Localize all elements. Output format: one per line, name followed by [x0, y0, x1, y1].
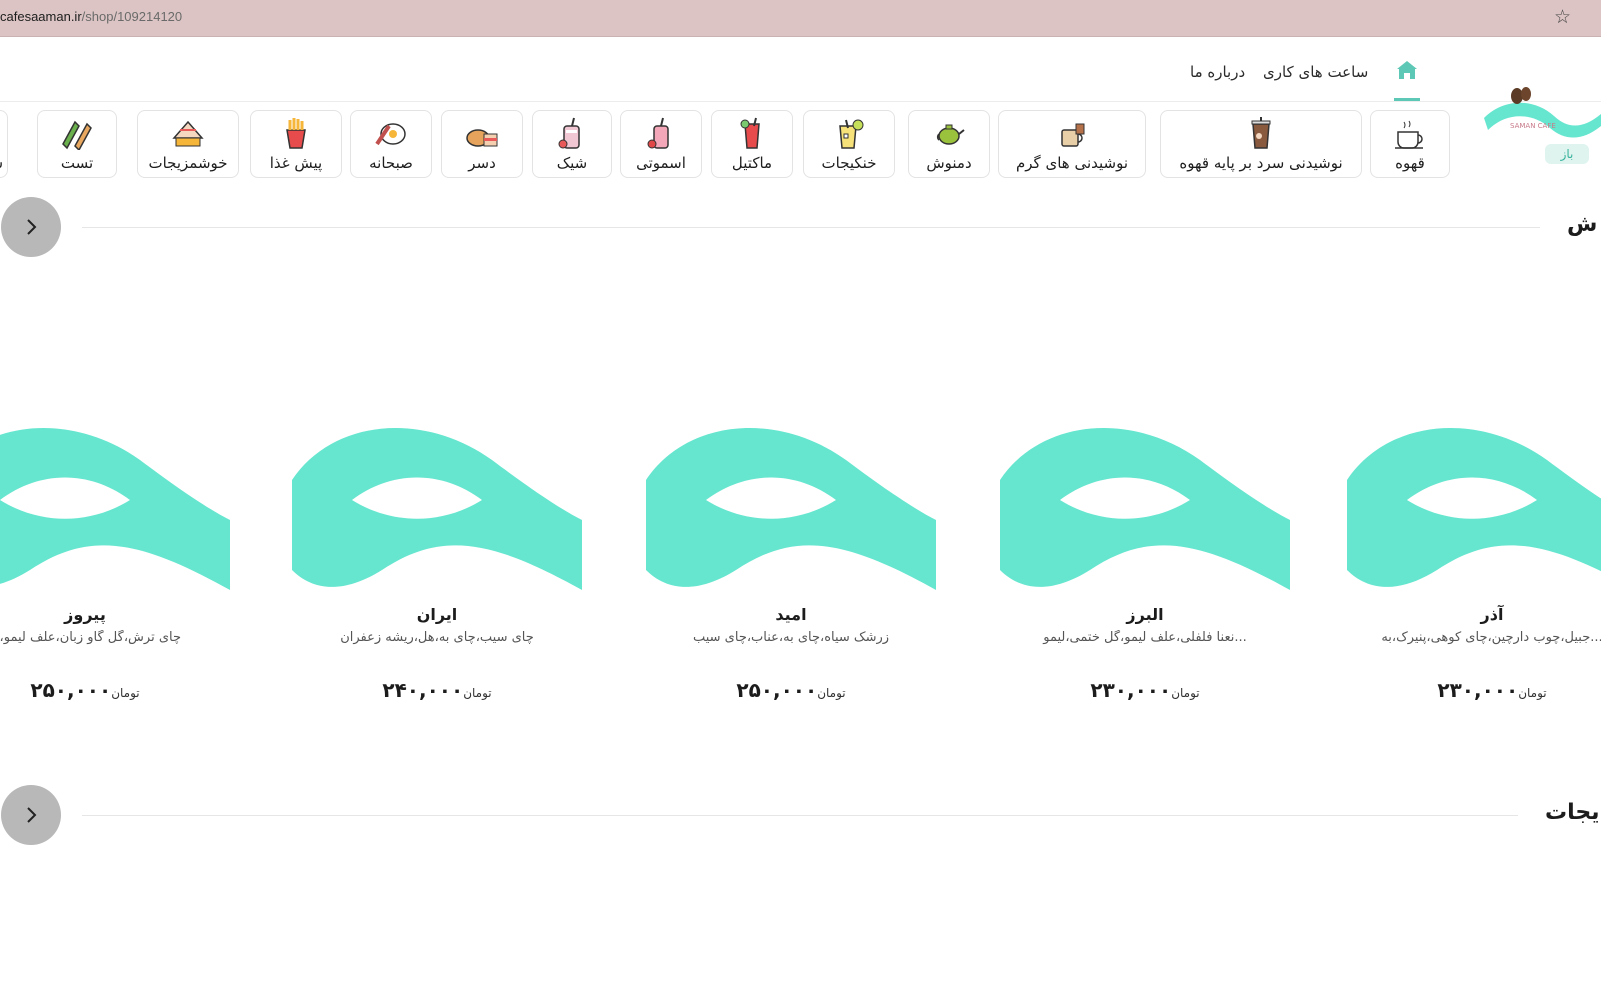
- section-title: یجات: [1545, 800, 1600, 825]
- category-label: دسر: [468, 154, 496, 172]
- product-card[interactable]: البرز نعنا فلفلی،علف لیمو،گل ختمی،لیمو..…: [1000, 420, 1290, 720]
- price-value: ۲۴۰,۰۰۰: [382, 678, 464, 702]
- category-label: دمنوش: [926, 154, 972, 172]
- category-mocktail[interactable]: ماکتیل: [711, 110, 793, 178]
- product-description: نعنا فلفلی،علف لیمو،گل ختمی،لیمو...: [1043, 630, 1247, 645]
- category-label: قهوه: [1395, 154, 1425, 172]
- category-bar: قهوه نوشیدنی سرد بر پایه قهوه نوشیدنی ها…: [0, 110, 1460, 182]
- category-breakfast[interactable]: صبحانه: [350, 110, 432, 178]
- nav-link-about-us[interactable]: درباره ما: [1190, 63, 1245, 81]
- category-label: نوشیدنی های گرم: [1015, 154, 1129, 172]
- product-image: [646, 427, 936, 590]
- hot-drink-icon: [1061, 123, 1085, 147]
- category-smoothie[interactable]: اسموتی: [620, 110, 702, 178]
- currency: تومان: [1518, 686, 1547, 700]
- chevron-right-icon: [27, 807, 37, 823]
- product-card[interactable]: آذر جبیل،چوب دارچین،چای کوهی،پنیرک،به...…: [1347, 420, 1601, 720]
- category-dessert[interactable]: دسر: [441, 110, 523, 178]
- category-label: خوشمزیجات: [148, 154, 228, 172]
- product-price: تومان۲۵۰,۰۰۰: [646, 678, 936, 702]
- chevron-right-icon: [27, 219, 37, 235]
- product-description: چای ترش،گل گاو زبان،علف لیمو،به: [0, 630, 182, 645]
- category-label: خنکیجات: [821, 154, 877, 172]
- category-label: اسموتی: [636, 154, 686, 172]
- section-divider: [82, 815, 1518, 816]
- category-iced-coffee[interactable]: نوشیدنی سرد بر پایه قهوه: [1160, 110, 1362, 178]
- toast-sandwich-icon: [62, 120, 92, 150]
- product-name: ایران: [416, 605, 458, 624]
- coffee-cup-icon: [1395, 120, 1423, 149]
- bookmark-star-icon[interactable]: ☆: [1554, 6, 1571, 28]
- scroll-next-button[interactable]: [1, 785, 61, 845]
- product-card[interactable]: ایران چای سیب،چای به،هل،ریشه زعفران توما…: [292, 420, 582, 720]
- category-label: ماکتیل: [731, 154, 773, 172]
- cold-drink-icon: [839, 119, 864, 149]
- category-shake[interactable]: شیک: [532, 110, 612, 178]
- category-label: پیش غذا: [269, 154, 323, 172]
- cake-icon: [172, 120, 204, 147]
- product-image: [1347, 427, 1601, 587]
- top-nav: ساعت های کاری درباره ما: [0, 56, 1601, 104]
- iced-coffee-icon: [1251, 117, 1271, 149]
- product-name: البرز: [1126, 605, 1164, 624]
- mocktail-icon: [740, 117, 760, 149]
- product-description: زرشک سیاه،چای به،عناب،چای سیب: [692, 630, 890, 645]
- smoothie-icon: [647, 117, 669, 149]
- shake-icon: [558, 117, 580, 149]
- product-price: تومان۲۳۰,۰۰۰: [1000, 678, 1290, 702]
- product-price: تومان۲۴۰,۰۰۰: [292, 678, 582, 702]
- product-image: [0, 427, 230, 590]
- category-herbal-tea[interactable]: دمنوش: [908, 110, 990, 178]
- svg-text:SAMAN CAFE: SAMAN CAFE: [1510, 122, 1556, 130]
- product-card[interactable]: پیروز چای ترش،گل گاو زبان،علف لیمو،به تو…: [0, 420, 230, 720]
- product-price: تومان۲۵۰,۰۰۰: [0, 678, 230, 702]
- home-icon[interactable]: [1395, 59, 1419, 81]
- price-value: ۲۵۰,۰۰۰: [736, 678, 818, 702]
- currency: تومان: [111, 686, 140, 700]
- product-description: چای سیب،چای به،هل،ریشه زعفران: [340, 630, 534, 645]
- nav-divider: [0, 101, 1601, 102]
- category-label: نوشیدنی سرد بر پایه قهوه: [1179, 154, 1343, 172]
- product-description: جبیل،چوب دارچین،چای کوهی،پنیرک،به...: [1381, 630, 1601, 645]
- category-label: شیک: [556, 154, 588, 172]
- section-divider: [82, 227, 1540, 228]
- category-appetizer[interactable]: پیش غذا: [250, 110, 342, 178]
- breakfast-icon: [375, 123, 406, 146]
- category-coffee[interactable]: قهوه: [1370, 110, 1450, 178]
- category-cold-drinks[interactable]: خنکیجات: [803, 110, 895, 178]
- open-status-badge: باز: [1545, 144, 1589, 164]
- category-partial[interactable]: س: [0, 110, 8, 178]
- dessert-icon: [466, 129, 498, 147]
- category-label: تست: [60, 154, 94, 172]
- teapot-icon: [936, 124, 965, 145]
- category-hot-drinks[interactable]: نوشیدنی های گرم: [998, 110, 1146, 178]
- price-value: ۲۵۰,۰۰۰: [30, 678, 112, 702]
- currency: تومان: [463, 686, 492, 700]
- product-card[interactable]: امید زرشک سیاه،چای به،عناب،چای سیب تومان…: [646, 420, 936, 720]
- product-image: [292, 427, 582, 590]
- price-value: ۲۳۰,۰۰۰: [1437, 678, 1519, 702]
- product-name: امید: [775, 605, 807, 624]
- currency: تومان: [1171, 686, 1200, 700]
- product-name: پیروز: [64, 605, 106, 624]
- browser-url-bar[interactable]: cafesaaman.ir/shop/109214120 ☆: [0, 0, 1601, 37]
- nav-link-working-hours[interactable]: ساعت های کاری: [1263, 63, 1368, 81]
- currency: تومان: [817, 686, 846, 700]
- section-title: ش: [1567, 212, 1598, 237]
- product-name: آذر: [1480, 605, 1504, 624]
- category-label: صبحانه: [369, 154, 413, 172]
- scroll-next-button[interactable]: [1, 197, 61, 257]
- product-image: [1000, 427, 1290, 590]
- category-label: س: [0, 154, 7, 172]
- fries-icon: [286, 118, 306, 149]
- address-text[interactable]: cafesaaman.ir/shop/109214120: [0, 9, 182, 24]
- category-delicacies[interactable]: خوشمزیجات: [137, 110, 239, 178]
- product-price: تومان۲۳۰,۰۰۰: [1347, 678, 1601, 702]
- category-toast[interactable]: تست: [37, 110, 117, 178]
- price-value: ۲۳۰,۰۰۰: [1090, 678, 1172, 702]
